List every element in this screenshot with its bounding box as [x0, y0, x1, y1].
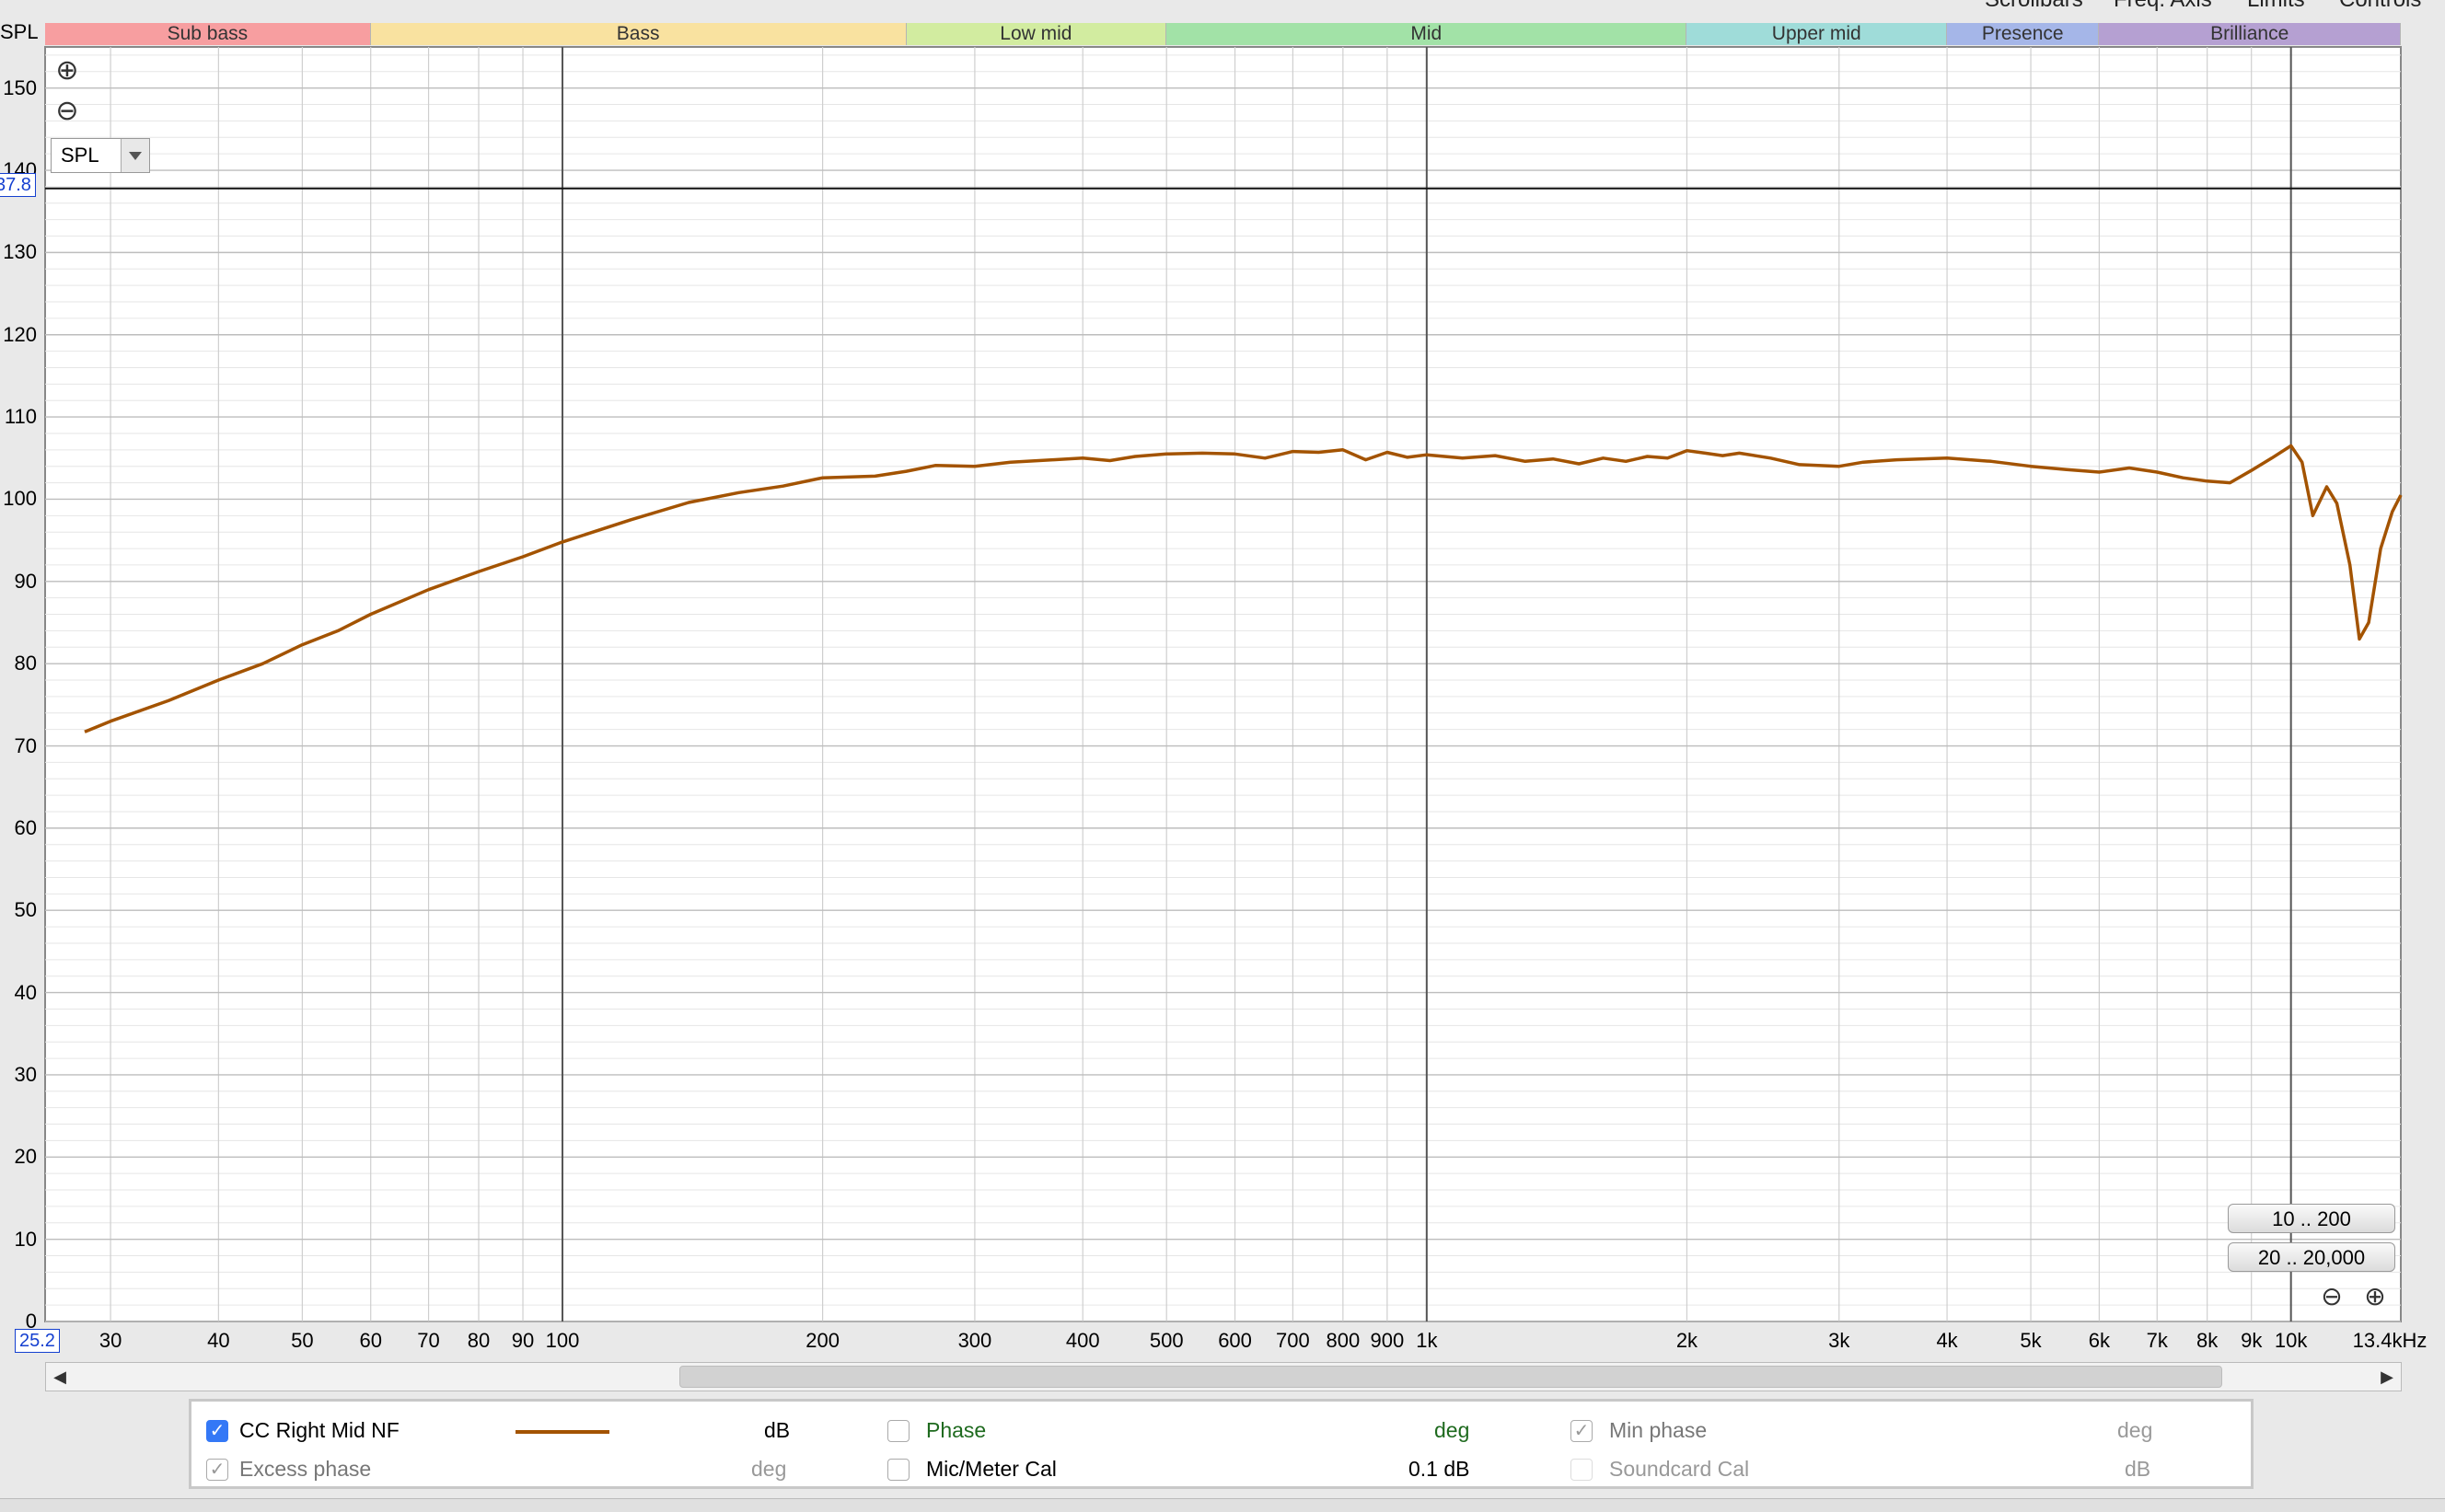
spl-select-value: SPL — [61, 144, 99, 167]
horizontal-scrollbar[interactable]: ◀ ▶ — [45, 1362, 2402, 1391]
x-tick-label: 8k — [2196, 1329, 2219, 1352]
x-tick-label: 5k — [2020, 1329, 2042, 1352]
y-tick-label: 110 — [4, 405, 37, 429]
status-bar — [0, 1498, 2445, 1512]
scroll-right-icon[interactable]: ▶ — [2373, 1363, 2401, 1391]
x-tick-label: 13.4kHz — [2352, 1329, 2428, 1352]
spl-select[interactable]: SPL — [51, 138, 150, 173]
range-button-10-200[interactable]: 10 .. 200 — [2228, 1204, 2395, 1233]
cursor-x-readout: 25.2 — [15, 1329, 60, 1353]
x-tick-label: 80 — [467, 1329, 491, 1352]
excess-phase-checkbox[interactable]: ✓ — [206, 1459, 228, 1481]
x-tick-label: 6k — [2088, 1329, 2110, 1352]
trace-checkbox[interactable]: ✓ — [206, 1420, 228, 1442]
y-tick-label: 70 — [14, 733, 37, 757]
excess-phase-unit: deg — [751, 1457, 787, 1481]
trace-unit: dB — [764, 1418, 791, 1442]
y-tick-label: 120 — [3, 322, 37, 346]
cursor-y-readout: 37.8 — [0, 173, 36, 197]
y-tick-label: 50 — [14, 898, 37, 922]
min-phase-checkbox[interactable]: ✓ — [1570, 1420, 1593, 1442]
x-tick-label: 300 — [957, 1329, 992, 1352]
zoom-in-icon[interactable]: ⊕ — [53, 57, 81, 85]
freq-zoom-out-icon[interactable]: ⊖ — [2318, 1283, 2346, 1310]
freq-zoom-in-icon[interactable]: ⊕ — [2361, 1283, 2389, 1310]
trace-line-swatch — [516, 1430, 609, 1434]
x-tick-label: 900 — [1370, 1329, 1405, 1352]
x-tick-label: 2k — [1675, 1329, 1698, 1352]
excess-phase-label: Excess phase — [239, 1457, 372, 1481]
spl-graph[interactable] — [0, 0, 2445, 1362]
x-tick-label: 700 — [1276, 1329, 1310, 1352]
y-tick-label: 150 — [3, 75, 37, 99]
y-tick-label: 80 — [14, 652, 37, 675]
x-tick-label: 70 — [417, 1329, 440, 1352]
x-tick-label: 4k — [1936, 1329, 1958, 1352]
zoom-out-icon[interactable]: ⊖ — [53, 98, 81, 125]
x-tick-label: 10k — [2274, 1329, 2308, 1352]
x-tick-label: 3k — [1828, 1329, 1850, 1352]
y-tick-label: 30 — [14, 1062, 37, 1086]
x-tick-label: 60 — [359, 1329, 382, 1352]
trace-legend: ✓ CC Right Mid NF dB Phase deg ✓ Min pha… — [189, 1399, 2254, 1489]
y-tick-label: 10 — [14, 1227, 37, 1251]
x-tick-label: 400 — [1065, 1329, 1100, 1352]
mic-cal-label: Mic/Meter Cal — [926, 1457, 1057, 1481]
min-phase-unit: deg — [2117, 1418, 2153, 1442]
phase-unit: deg — [1434, 1418, 1470, 1442]
soundcard-cal-checkbox[interactable] — [1570, 1459, 1593, 1481]
phase-label: Phase — [926, 1418, 987, 1442]
x-tick-label: 9k — [2241, 1329, 2263, 1352]
chevron-down-icon[interactable] — [121, 139, 149, 172]
scroll-left-icon[interactable]: ◀ — [46, 1363, 74, 1391]
plot-area — [44, 46, 2402, 1322]
x-tick-label: 40 — [207, 1329, 230, 1352]
phase-checkbox[interactable] — [887, 1420, 910, 1442]
x-tick-label: 600 — [1218, 1329, 1252, 1352]
x-tick-label: 100 — [545, 1329, 580, 1352]
y-tick-label: 130 — [3, 240, 37, 264]
y-tick-label: 20 — [14, 1145, 37, 1169]
y-tick-label: 100 — [3, 487, 37, 511]
x-tick-label: 1k — [1416, 1329, 1438, 1352]
x-tick-label: 800 — [1326, 1329, 1361, 1352]
y-tick-label: 90 — [14, 569, 37, 593]
scroll-thumb[interactable] — [679, 1366, 2222, 1388]
x-tick-label: 7k — [2146, 1329, 2168, 1352]
y-tick-label: 60 — [14, 815, 37, 839]
x-tick-label: 30 — [98, 1329, 122, 1352]
x-tick-label: 500 — [1149, 1329, 1184, 1352]
mic-cal-value: 0.1 dB — [1408, 1457, 1470, 1481]
min-phase-label: Min phase — [1609, 1418, 1708, 1442]
x-tick-label: 200 — [805, 1329, 840, 1352]
y-tick-label: 40 — [14, 980, 37, 1004]
y-axis-title: SPL — [0, 20, 39, 43]
x-tick-label: 50 — [291, 1329, 314, 1352]
mic-cal-checkbox[interactable] — [887, 1459, 910, 1481]
x-tick-label: 90 — [511, 1329, 535, 1352]
soundcard-cal-label: Soundcard Cal — [1609, 1457, 1750, 1481]
range-button-20-20000[interactable]: 20 .. 20,000 — [2228, 1242, 2395, 1272]
trace-name: CC Right Mid NF — [239, 1418, 400, 1442]
soundcard-cal-unit: dB — [2125, 1457, 2151, 1481]
